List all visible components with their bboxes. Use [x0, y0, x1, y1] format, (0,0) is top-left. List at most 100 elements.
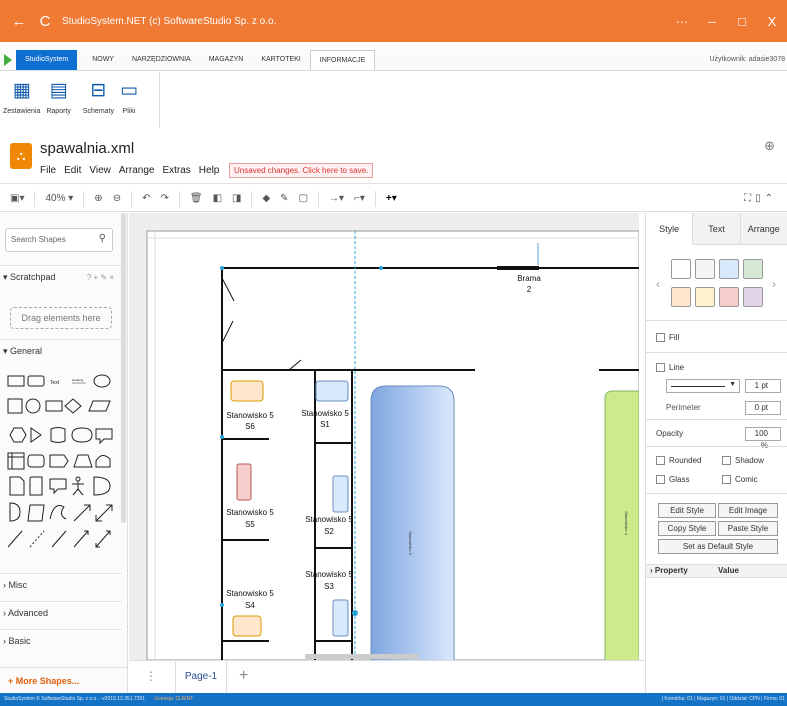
fill-color-icon[interactable]: ◆: [262, 193, 270, 204]
paste-style-button[interactable]: Paste Style: [718, 521, 778, 536]
floor-plan[interactable]: Brama 2 Stanowisko 5 Stanowisko 4 Stanow…: [129, 213, 639, 660]
tab-magazyn[interactable]: MAGAZYN: [200, 50, 253, 70]
general-shapes-grid[interactable]: Text Heading: [6, 371, 118, 561]
raporty-button[interactable]: ▤ Raporty: [43, 72, 74, 128]
line-checkbox[interactable]: [656, 363, 665, 372]
shadow-checkbox[interactable]: [722, 456, 731, 465]
misc-header[interactable]: › Misc: [0, 573, 122, 599]
station-label[interactable]: Stanowisko 5: [305, 570, 353, 579]
station-label[interactable]: Stanowisko 5: [305, 515, 353, 524]
next-styles-icon[interactable]: ›: [772, 277, 776, 291]
tab-style[interactable]: Style: [646, 213, 693, 245]
close-button[interactable]: X: [757, 14, 787, 29]
shapes-scrollbar[interactable]: [121, 213, 126, 523]
shadow-icon[interactable]: ▢: [299, 193, 308, 204]
station-s5-shape[interactable]: [236, 463, 252, 501]
tab-kartoteki[interactable]: KARTOTEKI: [252, 50, 309, 70]
diagram-canvas[interactable]: Brama 2 Stanowisko 5 Stanowisko 4 Stanow…: [129, 213, 639, 660]
set-default-style-button[interactable]: Set as Default Style: [658, 539, 778, 554]
station-label[interactable]: Stanowisko 5: [226, 508, 274, 517]
menu-arrange[interactable]: Arrange: [119, 165, 155, 176]
line-row[interactable]: Line: [656, 363, 684, 372]
zestawienia-button[interactable]: ▦ Zestawienia: [0, 72, 43, 128]
fullscreen-icon[interactable]: ⛶▯⌃: [744, 193, 787, 204]
station-blue-long[interactable]: [370, 385, 455, 660]
glass-checkbox[interactable]: [656, 475, 665, 484]
glass-row[interactable]: Glass: [656, 475, 689, 484]
menu-extras[interactable]: Extras: [162, 165, 190, 176]
tab-informacje[interactable]: INFORMACJE: [309, 49, 376, 70]
insert-icon[interactable]: +▾: [386, 193, 397, 204]
search-input[interactable]: Search Shapes ⚲: [5, 228, 113, 252]
back-icon[interactable]: ←: [6, 13, 32, 30]
basic-header[interactable]: › Basic: [0, 629, 122, 655]
gate-number[interactable]: 2: [527, 285, 532, 294]
scratchpad-drop-zone[interactable]: Drag elements here: [10, 307, 112, 329]
station-code[interactable]: S1: [320, 420, 330, 429]
zoom-select[interactable]: 40% ▾: [45, 193, 73, 204]
unsaved-changes-link[interactable]: Unsaved changes. Click here to save.: [229, 163, 374, 178]
menu-view[interactable]: View: [89, 165, 111, 176]
station-s6-shape[interactable]: [230, 380, 264, 402]
style-swatch[interactable]: [671, 259, 691, 279]
more-icon[interactable]: ···: [667, 14, 697, 29]
station-code[interactable]: S6: [245, 422, 255, 431]
station-s3-shape[interactable]: [332, 599, 349, 637]
page-menu-icon[interactable]: ⋮: [145, 669, 157, 683]
menu-edit[interactable]: Edit: [64, 165, 81, 176]
station-s4-shape[interactable]: [232, 615, 262, 637]
fill-row[interactable]: Fill: [656, 333, 679, 342]
refresh-icon[interactable]: C: [32, 13, 58, 30]
perimeter-input[interactable]: 0 pt: [745, 401, 781, 415]
maximize-button[interactable]: □: [727, 14, 757, 29]
document-name[interactable]: spawalnia.xml: [40, 140, 134, 157]
style-swatch[interactable]: [743, 287, 763, 307]
tab-text[interactable]: Text: [692, 213, 740, 245]
station-label[interactable]: Stanowisko 5: [301, 409, 349, 418]
prev-styles-icon[interactable]: ‹: [656, 277, 660, 291]
advanced-header[interactable]: › Advanced: [0, 601, 122, 627]
fill-checkbox[interactable]: [656, 333, 665, 342]
page-tab[interactable]: Page-1: [175, 661, 227, 693]
minimize-button[interactable]: –: [697, 14, 727, 29]
style-swatch[interactable]: [695, 259, 715, 279]
rounded-checkbox[interactable]: [656, 456, 665, 465]
menu-file[interactable]: File: [40, 165, 56, 176]
copy-style-button[interactable]: Copy Style: [658, 521, 716, 536]
station-label[interactable]: Stanowisko 5: [226, 411, 274, 420]
station-code[interactable]: S3: [324, 582, 334, 591]
add-page-icon[interactable]: +: [239, 667, 248, 685]
scratchpad-tools[interactable]: ? + ✎ ×: [87, 273, 114, 282]
style-swatch[interactable]: [719, 287, 739, 307]
tab-arrange[interactable]: Arrange: [739, 213, 787, 245]
comic-checkbox[interactable]: [722, 475, 731, 484]
play-icon[interactable]: [4, 53, 12, 66]
shadow-row[interactable]: Shadow: [722, 456, 764, 465]
to-front-icon[interactable]: ◧: [213, 193, 222, 204]
to-back-icon[interactable]: ◨: [232, 193, 241, 204]
gate-label[interactable]: Brama: [517, 274, 541, 283]
station-label[interactable]: Stanowisko 5: [226, 589, 274, 598]
format-panel-icon[interactable]: ▣▾: [10, 193, 24, 204]
opacity-input[interactable]: 100 %: [745, 427, 781, 450]
style-swatch[interactable]: [671, 287, 691, 307]
style-swatch[interactable]: [719, 259, 739, 279]
globe-icon[interactable]: ⊕: [764, 138, 775, 154]
station-code[interactable]: S5: [245, 520, 255, 529]
undo-icon[interactable]: ↶: [142, 193, 150, 204]
heading-shape[interactable]: Heading: [72, 378, 84, 382]
connection-icon[interactable]: →▾: [329, 193, 344, 204]
line-pattern-select[interactable]: ▼: [666, 379, 740, 393]
schematy-button[interactable]: ⊟ Schematy: [80, 72, 117, 128]
station-green-long[interactable]: [604, 390, 639, 660]
station-code[interactable]: S2: [324, 527, 334, 536]
line-width-input[interactable]: 1 pt: [745, 379, 781, 393]
zoom-in-icon[interactable]: ⊕: [94, 193, 102, 204]
more-shapes-button[interactable]: + More Shapes...: [0, 667, 127, 693]
waypoints-icon[interactable]: ⌐▾: [354, 193, 365, 204]
scratchpad-header[interactable]: ▾ Scratchpad? + ✎ ×: [0, 265, 122, 291]
search-icon[interactable]: ⚲: [99, 233, 106, 244]
style-swatch[interactable]: [743, 259, 763, 279]
general-header[interactable]: ▾ General: [0, 339, 122, 365]
tab-studiosystem[interactable]: StudioSystem: [16, 49, 78, 70]
